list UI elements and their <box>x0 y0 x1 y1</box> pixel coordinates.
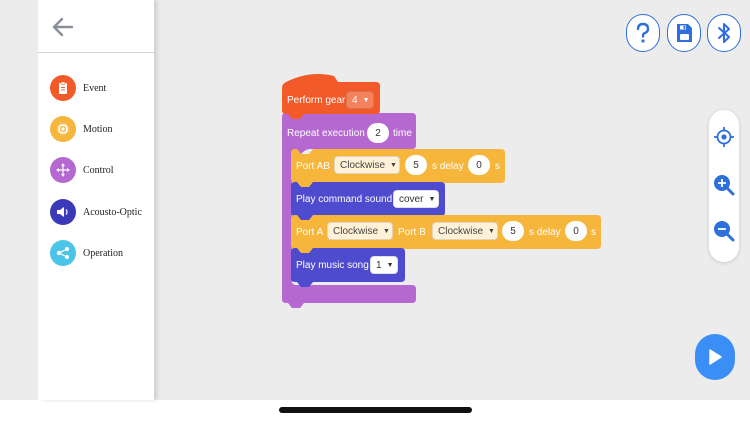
back-button[interactable] <box>50 14 76 40</box>
port-a-b-delay: 0 <box>573 225 579 237</box>
category-label: Event <box>83 82 107 94</box>
port-a-b-delay-label: s delay <box>529 227 561 238</box>
chevron-down-icon: ▼ <box>390 161 397 169</box>
bluetooth-icon <box>718 23 730 43</box>
category-motion[interactable]: Motion <box>50 114 112 144</box>
question-icon <box>636 22 650 43</box>
category-control[interactable]: Control <box>50 155 114 185</box>
port-a-direction: Clockwise <box>333 225 379 237</box>
move-arrows-icon <box>50 157 76 183</box>
category-label: Operation <box>83 247 123 259</box>
port-ab-delay-label: s delay <box>432 161 464 172</box>
port-a-label: Port A <box>296 227 324 238</box>
port-ab-direction-dropdown[interactable]: Clockwise ▼ <box>334 156 400 174</box>
chevron-down-icon: ▼ <box>488 227 495 235</box>
save-button[interactable] <box>667 14 701 52</box>
port-b-label: Port B <box>398 227 426 238</box>
recenter-button[interactable] <box>713 126 735 148</box>
category-operation[interactable]: Operation <box>50 238 123 268</box>
home-indicator <box>279 407 472 413</box>
category-sidebar: Event Motion Control Acousto-Optic Opera… <box>38 0 154 400</box>
chevron-down-icon: ▼ <box>428 195 436 203</box>
help-button[interactable] <box>626 14 660 52</box>
category-label: Motion <box>83 123 113 135</box>
run-button[interactable] <box>695 334 735 380</box>
gear-dropdown[interactable]: 4 ▼ <box>346 91 374 109</box>
chip-icon <box>50 116 76 142</box>
play-icon <box>709 349 722 365</box>
port-b-direction-dropdown[interactable]: Clockwise ▼ <box>432 222 498 240</box>
repeat-count: 2 <box>375 127 381 139</box>
port-ab-unit: s <box>495 161 500 172</box>
bluetooth-button[interactable] <box>707 14 741 52</box>
port-a-b-speed: 5 <box>510 225 516 237</box>
crosshair-icon <box>714 127 734 147</box>
category-event[interactable]: Event <box>50 73 106 103</box>
sound-label: Play command sound <box>296 194 393 205</box>
port-ab-speed-input[interactable]: 5 <box>405 155 427 175</box>
music-label: Play music song <box>296 260 369 271</box>
port-a-direction-dropdown[interactable]: Clockwise ▼ <box>327 222 393 240</box>
port-ab-delay: 0 <box>476 159 482 171</box>
port-ab-speed: 5 <box>413 159 419 171</box>
port-b-direction: Clockwise <box>438 225 484 237</box>
arrow-left-icon <box>52 17 74 37</box>
port-a-b-speed-input[interactable]: 5 <box>502 221 524 241</box>
category-label: Acousto-Optic <box>83 206 142 218</box>
music-dropdown[interactable]: 1 ▼ <box>370 256 398 274</box>
port-ab-delay-input[interactable]: 0 <box>468 155 490 175</box>
port-a-b-delay-input[interactable]: 0 <box>565 221 587 241</box>
repeat-count-input[interactable]: 2 <box>367 123 389 143</box>
chevron-down-icon: ▼ <box>362 96 370 104</box>
share-nodes-icon <box>50 240 76 266</box>
clipboard-icon <box>50 75 76 101</box>
chevron-down-icon: ▼ <box>383 227 390 235</box>
zoom-in-icon <box>714 175 735 196</box>
repeat-label: Repeat execution <box>287 128 365 139</box>
sound-value: cover <box>399 193 424 205</box>
chevron-down-icon: ▼ <box>386 261 394 269</box>
zoom-out-button[interactable] <box>713 220 735 242</box>
port-ab-label: Port AB <box>296 161 330 172</box>
sound-dropdown[interactable]: cover ▼ <box>393 190 439 208</box>
port-ab-direction: Clockwise <box>340 159 386 171</box>
gear-value: 4 <box>352 94 358 106</box>
sidebar-divider <box>38 52 154 53</box>
hat-label: Perform gear <box>287 95 346 106</box>
category-label: Control <box>83 164 114 176</box>
port-a-b-unit: s <box>591 227 596 238</box>
speaker-icon <box>50 199 76 225</box>
repeat-suffix: time <box>393 128 412 139</box>
category-acousto-optic[interactable]: Acousto-Optic <box>50 197 142 227</box>
save-icon <box>677 24 692 42</box>
zoom-out-icon <box>714 221 735 242</box>
zoom-in-button[interactable] <box>713 174 735 196</box>
music-value: 1 <box>376 259 382 271</box>
zoom-panel <box>709 110 739 262</box>
